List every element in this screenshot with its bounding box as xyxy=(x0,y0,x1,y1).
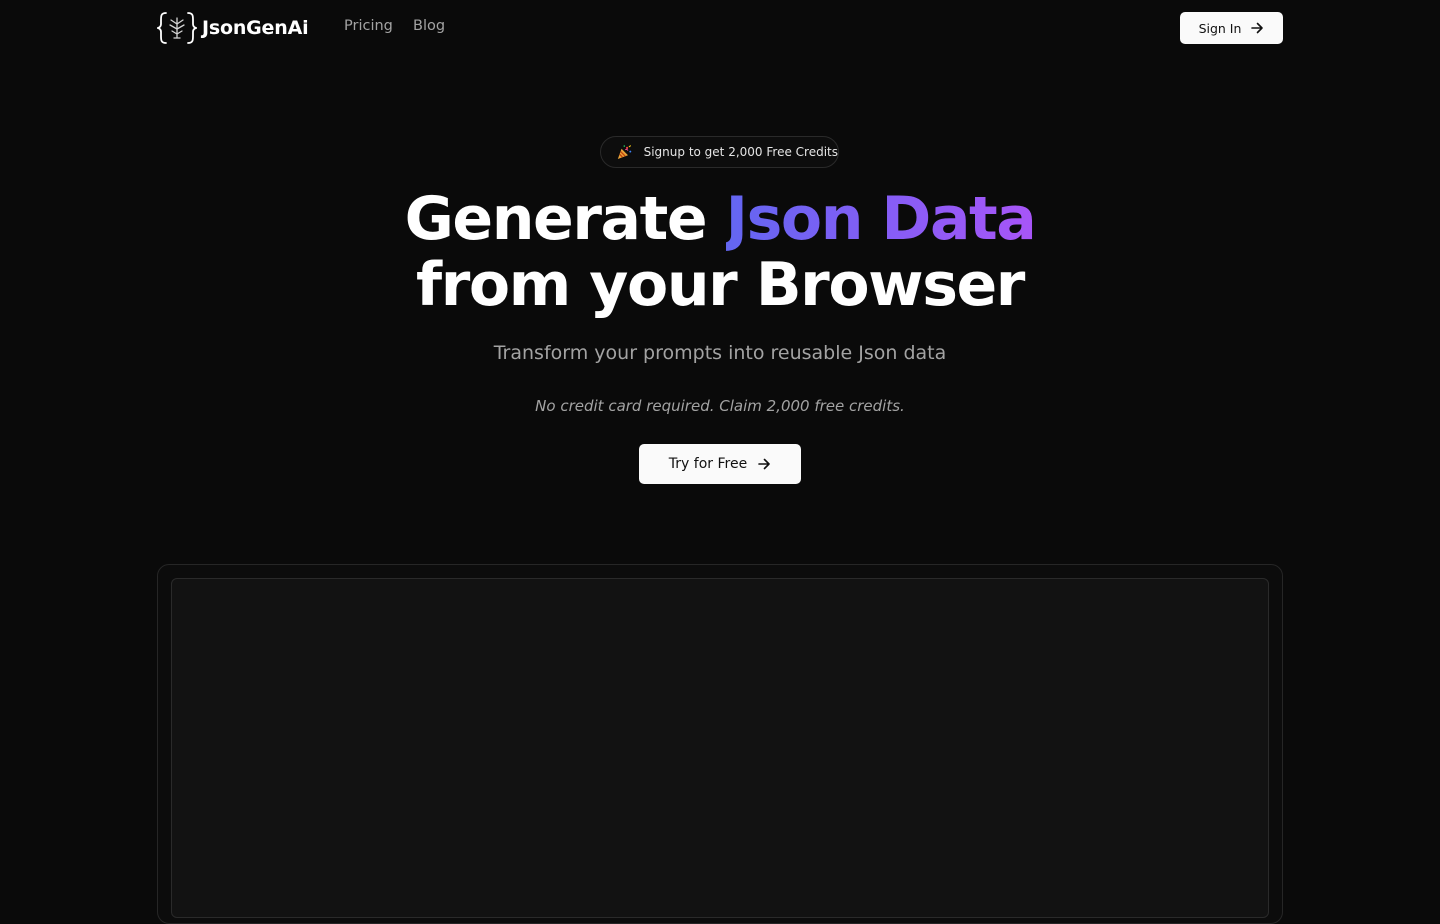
arrow-right-icon xyxy=(1251,22,1264,34)
headline-highlight: Json Data xyxy=(725,184,1037,254)
headline-line-1: Generate Json Data xyxy=(0,186,1440,252)
top-navbar: JsonGenAi Pricing Blog Sign In xyxy=(0,0,1440,56)
json-braces-logo-icon xyxy=(157,12,197,44)
try-for-free-label: Try for Free xyxy=(668,456,748,472)
no-credit-card-note: No credit card required. Claim 2,000 fre… xyxy=(535,397,905,415)
hero-subtitle: Transform your prompts into reusable Jso… xyxy=(493,342,947,364)
arrow-right-icon xyxy=(758,458,771,470)
party-popper-icon xyxy=(617,144,632,159)
badge-text: Signup to get 2,000 Free Credits xyxy=(643,145,838,159)
free-credits-badge[interactable]: Signup to get 2,000 Free Credits xyxy=(600,136,839,168)
headline-part-1: Generate xyxy=(404,184,726,254)
headline-line-2: from your Browser xyxy=(415,250,1025,320)
sign-in-label: Sign In xyxy=(1198,20,1242,36)
try-for-free-button[interactable]: Try for Free xyxy=(639,444,801,484)
nav-link-blog[interactable]: Blog xyxy=(413,18,445,34)
sign-in-button[interactable]: Sign In xyxy=(1180,12,1283,44)
brand-logo-link[interactable]: JsonGenAi xyxy=(157,11,309,45)
nav-link-pricing[interactable]: Pricing xyxy=(344,18,393,34)
preview-panel xyxy=(171,578,1269,918)
hero-headline: Generate Json Data from your Browser xyxy=(0,186,1440,318)
brand-name: JsonGenAi xyxy=(202,17,309,39)
